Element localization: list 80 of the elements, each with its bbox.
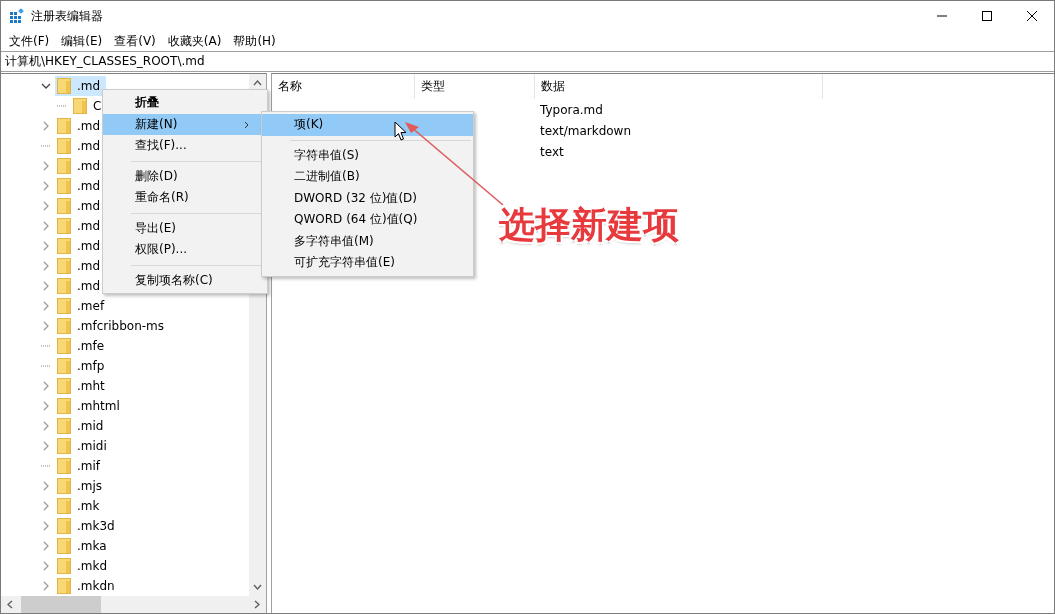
scroll-up-icon[interactable] xyxy=(253,80,262,86)
submenu-item[interactable]: 二进制值(B) xyxy=(262,166,473,188)
menu-item[interactable]: 查看(V) xyxy=(108,32,162,50)
column-header[interactable]: 名称 xyxy=(272,74,415,99)
folder-icon xyxy=(73,98,87,114)
folder-icon xyxy=(57,378,71,394)
folder-icon xyxy=(57,178,71,194)
submenu-item[interactable]: 字符串值(S) xyxy=(262,144,473,166)
column-header[interactable]: 数据 xyxy=(535,74,823,99)
tree-item[interactable]: .mhtml xyxy=(55,396,126,416)
folder-icon xyxy=(57,218,71,234)
folder-icon xyxy=(57,458,71,474)
tree-item[interactable]: .mk xyxy=(55,496,106,516)
menu-item[interactable]: 收藏夹(A) xyxy=(161,32,228,50)
tree-line-icon xyxy=(41,145,51,147)
value-data: Typora.md xyxy=(540,102,603,117)
tree-item[interactable]: .mjs xyxy=(55,476,109,496)
folder-icon xyxy=(57,198,71,214)
tree-line-icon xyxy=(41,465,51,467)
tree-item[interactable]: .midi xyxy=(55,436,113,456)
value-data: text/markdown xyxy=(540,123,632,138)
tree-item[interactable]: .mka xyxy=(55,536,113,556)
tree-item[interactable]: .mk3d xyxy=(55,516,121,536)
menu-item[interactable]: 帮助(H) xyxy=(227,32,282,50)
close-icon[interactable] xyxy=(1026,11,1037,21)
scrollbar-thumb[interactable] xyxy=(21,596,101,613)
submenu-item[interactable]: 多字符串值(M) xyxy=(262,230,473,252)
window-title: 注册表编辑器 xyxy=(31,7,103,25)
folder-icon xyxy=(57,318,71,334)
folder-icon xyxy=(57,578,71,594)
address-bar[interactable]: 计算机\HKEY_CLASSES_ROOT\.md xyxy=(1,51,1054,72)
tree-item[interactable]: .mid xyxy=(55,416,110,436)
scroll-left-icon[interactable] xyxy=(7,600,13,609)
folder-icon xyxy=(57,78,71,94)
tree-item[interactable]: .mif xyxy=(55,456,107,476)
folder-icon xyxy=(57,238,71,254)
folder-icon xyxy=(57,258,71,274)
folder-icon xyxy=(57,538,71,554)
folder-icon xyxy=(57,118,71,134)
context-menu-item[interactable]: 新建(N) xyxy=(103,113,261,135)
column-header[interactable]: 类型 xyxy=(415,74,535,99)
submenu-item[interactable]: 项(K) xyxy=(262,114,473,136)
menu-item[interactable]: 文件(F) xyxy=(3,32,56,50)
scroll-down-icon[interactable] xyxy=(253,584,262,590)
folder-icon xyxy=(57,558,71,574)
annotation-text: 选择新建项 xyxy=(499,203,679,247)
tree-item[interactable]: .mkd xyxy=(55,556,114,576)
folder-icon xyxy=(57,358,71,374)
folder-icon xyxy=(57,138,71,154)
folder-icon xyxy=(57,478,71,494)
folder-icon xyxy=(57,278,71,294)
folder-icon xyxy=(57,498,71,514)
tree-item[interactable]: .mht xyxy=(55,376,111,396)
tree-line-icon xyxy=(57,105,67,107)
tree-item[interactable]: .md xyxy=(55,76,107,96)
folder-icon xyxy=(57,298,71,314)
submenu-item[interactable]: DWORD (32 位)值(D) xyxy=(262,187,473,209)
tree-item[interactable]: .mkdn xyxy=(55,576,121,596)
value-data: text xyxy=(540,144,564,159)
folder-icon xyxy=(57,338,71,354)
submenu-item[interactable]: QWORD (64 位)值(Q) xyxy=(262,209,473,231)
horizontal-scrollbar[interactable] xyxy=(1,596,266,613)
folder-icon xyxy=(57,418,71,434)
folder-icon xyxy=(57,158,71,174)
menu-item[interactable]: 编辑(E) xyxy=(55,32,109,50)
tree-item[interactable]: .mfcribbon-ms xyxy=(55,316,171,336)
chevron-icon[interactable] xyxy=(41,81,51,91)
folder-icon xyxy=(57,438,71,454)
folder-icon xyxy=(57,398,71,414)
scroll-right-icon[interactable] xyxy=(254,600,260,609)
registry-icon xyxy=(9,8,25,24)
tree-item[interactable]: .mfe xyxy=(55,336,111,356)
folder-icon xyxy=(57,518,71,534)
tree-item[interactable]: .mfp xyxy=(55,356,111,376)
tree-line-icon xyxy=(41,345,51,347)
tree-item[interactable]: .mef xyxy=(55,296,111,316)
submenu-item[interactable]: 可扩充字符串值(E) xyxy=(262,252,473,274)
maximize-icon[interactable] xyxy=(981,11,992,21)
mouse-pointer-icon xyxy=(394,121,407,141)
tree-line-icon xyxy=(41,365,51,367)
